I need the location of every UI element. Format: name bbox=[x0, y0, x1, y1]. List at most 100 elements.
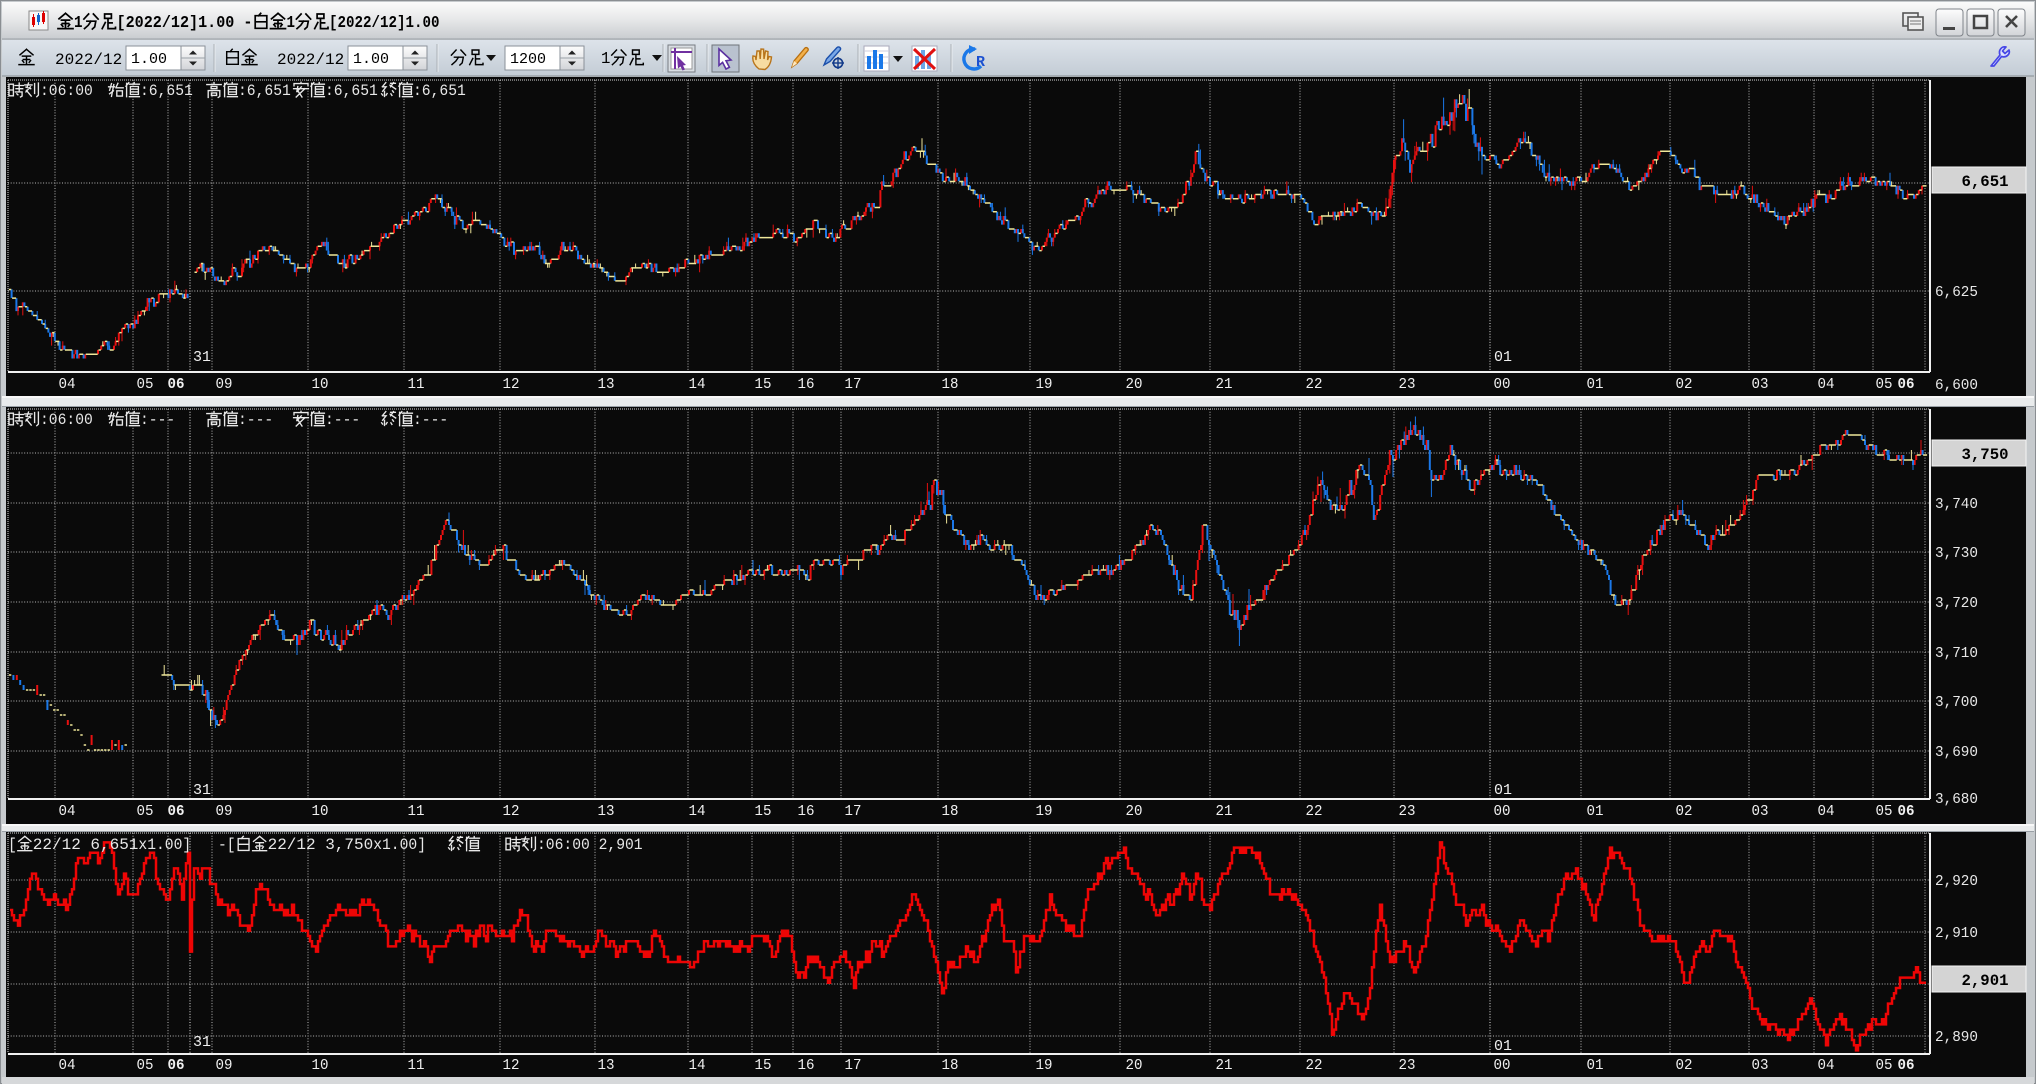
svg-text:10: 10 bbox=[312, 376, 329, 393]
svg-text:01: 01 bbox=[1587, 803, 1604, 820]
svg-text:17: 17 bbox=[845, 376, 862, 393]
svg-text:3,700: 3,700 bbox=[1935, 694, 1978, 711]
svg-text:1.00: 1.00 bbox=[131, 51, 167, 68]
svg-text:1200: 1200 bbox=[510, 51, 546, 68]
svg-text:1: 1 bbox=[287, 14, 296, 33]
svg-text:22/12 6,651: 22/12 6,651 bbox=[33, 836, 139, 854]
svg-text:05: 05 bbox=[137, 803, 154, 820]
svg-text:1: 1 bbox=[74, 14, 83, 33]
svg-text:2022/12: 2022/12 bbox=[277, 51, 344, 69]
svg-text:3,680: 3,680 bbox=[1935, 791, 1978, 808]
svg-text:[2022/12]1.00: [2022/12]1.00 bbox=[329, 14, 440, 33]
svg-text:06: 06 bbox=[168, 376, 185, 393]
svg-text:14: 14 bbox=[689, 1057, 706, 1074]
svg-text:09: 09 bbox=[216, 376, 233, 393]
svg-text:2,901: 2,901 bbox=[1962, 972, 2009, 990]
svg-text:21: 21 bbox=[1216, 1057, 1233, 1074]
svg-text:10: 10 bbox=[312, 1057, 329, 1074]
svg-text:3,720: 3,720 bbox=[1935, 595, 1978, 612]
svg-text:02: 02 bbox=[1676, 1057, 1693, 1074]
svg-text:00: 00 bbox=[1494, 376, 1511, 393]
svg-text:06: 06 bbox=[168, 803, 185, 820]
svg-text:03: 03 bbox=[1752, 803, 1769, 820]
svg-text:20: 20 bbox=[1126, 1057, 1143, 1074]
svg-text::---: :--- bbox=[238, 411, 273, 429]
svg-text:01: 01 bbox=[1494, 1038, 1512, 1055]
svg-text:x: x bbox=[138, 836, 147, 854]
svg-text:22: 22 bbox=[1306, 376, 1323, 393]
svg-text:6,651: 6,651 bbox=[1962, 173, 2009, 191]
svg-text:15: 15 bbox=[755, 1057, 772, 1074]
svg-text:01: 01 bbox=[1587, 376, 1604, 393]
svg-text:3,710: 3,710 bbox=[1935, 645, 1978, 662]
svg-text:2,890: 2,890 bbox=[1935, 1029, 1978, 1046]
svg-text:18: 18 bbox=[942, 1057, 959, 1074]
svg-text:02: 02 bbox=[1676, 376, 1693, 393]
svg-text:[2022/12]1.00 -: [2022/12]1.00 - bbox=[117, 14, 253, 33]
svg-text:23: 23 bbox=[1399, 376, 1416, 393]
svg-text:31: 31 bbox=[193, 782, 211, 799]
svg-text:04: 04 bbox=[59, 803, 76, 820]
svg-text:23: 23 bbox=[1399, 803, 1416, 820]
svg-text:3,750: 3,750 bbox=[1962, 446, 2009, 464]
svg-text::06:00: :06:00 bbox=[40, 411, 93, 429]
svg-text:01: 01 bbox=[1494, 782, 1512, 799]
svg-text:15: 15 bbox=[755, 803, 772, 820]
svg-text::06:00 2,901: :06:00 2,901 bbox=[537, 836, 643, 854]
svg-text:3,690: 3,690 bbox=[1935, 744, 1978, 761]
svg-text:01: 01 bbox=[1494, 349, 1512, 366]
svg-text:02: 02 bbox=[1676, 803, 1693, 820]
svg-text:12: 12 bbox=[503, 803, 520, 820]
svg-text:04: 04 bbox=[59, 376, 76, 393]
svg-text:11: 11 bbox=[408, 803, 425, 820]
svg-text:20: 20 bbox=[1126, 376, 1143, 393]
svg-text:05: 05 bbox=[1876, 1057, 1893, 1074]
svg-text:11: 11 bbox=[408, 1057, 425, 1074]
svg-text::---: :--- bbox=[325, 411, 360, 429]
svg-text::6,651: :6,651 bbox=[413, 82, 466, 100]
svg-text:11: 11 bbox=[408, 376, 425, 393]
svg-text::---: :--- bbox=[413, 411, 448, 429]
svg-text:06: 06 bbox=[1898, 1057, 1915, 1074]
svg-text:31: 31 bbox=[193, 1034, 211, 1051]
svg-text:06: 06 bbox=[1898, 803, 1915, 820]
svg-text:2,920: 2,920 bbox=[1935, 873, 1978, 890]
svg-text:-[: -[ bbox=[218, 836, 236, 854]
svg-text:06: 06 bbox=[1898, 376, 1915, 393]
svg-text:13: 13 bbox=[598, 803, 615, 820]
svg-text:1.00: 1.00 bbox=[353, 51, 389, 68]
svg-text:1.00]: 1.00] bbox=[382, 836, 426, 854]
svg-text:1: 1 bbox=[601, 50, 610, 69]
svg-text:06: 06 bbox=[168, 1057, 185, 1074]
svg-text:14: 14 bbox=[689, 376, 706, 393]
svg-text:6,600: 6,600 bbox=[1935, 377, 1978, 394]
svg-text:3,730: 3,730 bbox=[1935, 545, 1978, 562]
svg-text:01: 01 bbox=[1587, 1057, 1604, 1074]
svg-text:22: 22 bbox=[1306, 1057, 1323, 1074]
svg-text::---: :--- bbox=[140, 411, 175, 429]
svg-text:14: 14 bbox=[689, 803, 706, 820]
svg-text:6,625: 6,625 bbox=[1935, 284, 1978, 301]
svg-text:21: 21 bbox=[1216, 376, 1233, 393]
svg-text:21: 21 bbox=[1216, 803, 1233, 820]
svg-text:15: 15 bbox=[755, 376, 772, 393]
svg-text:17: 17 bbox=[845, 1057, 862, 1074]
svg-text:03: 03 bbox=[1752, 376, 1769, 393]
svg-text:18: 18 bbox=[942, 376, 959, 393]
svg-text:16: 16 bbox=[798, 803, 815, 820]
svg-text::6,651: :6,651 bbox=[140, 82, 193, 100]
svg-text:2,910: 2,910 bbox=[1935, 925, 1978, 942]
svg-text:23: 23 bbox=[1399, 1057, 1416, 1074]
svg-text:31: 31 bbox=[193, 349, 211, 366]
svg-text:12: 12 bbox=[503, 376, 520, 393]
svg-text:05: 05 bbox=[137, 376, 154, 393]
svg-text:04: 04 bbox=[1818, 803, 1835, 820]
svg-text:05: 05 bbox=[137, 1057, 154, 1074]
svg-text:13: 13 bbox=[598, 376, 615, 393]
svg-text:03: 03 bbox=[1752, 1057, 1769, 1074]
svg-text:00: 00 bbox=[1494, 1057, 1511, 1074]
svg-text:13: 13 bbox=[598, 1057, 615, 1074]
svg-text:00: 00 bbox=[1494, 803, 1511, 820]
svg-text:22: 22 bbox=[1306, 803, 1323, 820]
svg-text:18: 18 bbox=[942, 803, 959, 820]
